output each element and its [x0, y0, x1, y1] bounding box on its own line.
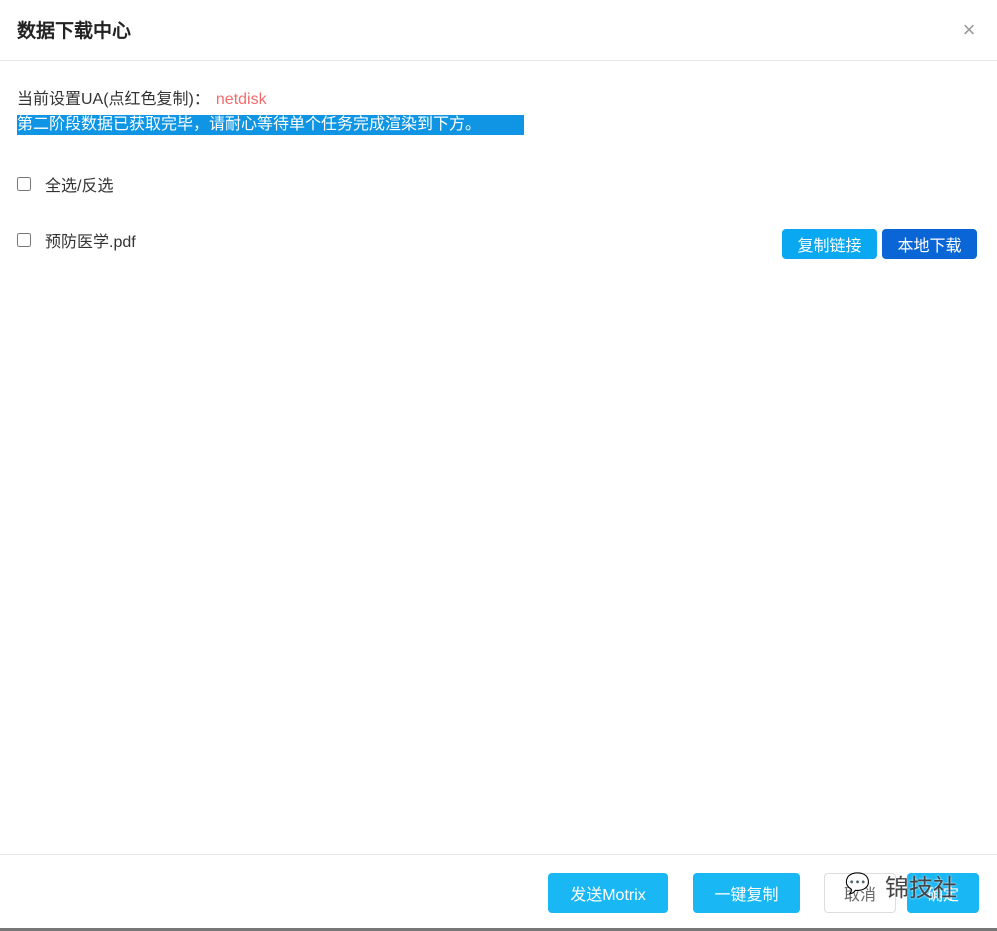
watermark: 💬 锦技社 [845, 868, 957, 903]
dialog-header: 数据下载中心 × [0, 0, 997, 61]
send-motrix-button[interactable]: 发送Motrix [548, 873, 668, 913]
ua-line: 当前设置UA(点红色复制)： netdisk [17, 85, 267, 109]
wechat-icon: 💬 [845, 872, 870, 895]
select-all[interactable]: 全选/反选 [17, 172, 113, 196]
select-all-checkbox[interactable] [17, 177, 31, 191]
file-name: 预防医学.pdf [45, 234, 136, 251]
ua-label: 当前设置UA(点红色复制)： [17, 91, 210, 108]
file-checkbox[interactable] [17, 233, 31, 247]
copy-link-button[interactable]: 复制链接 [782, 229, 877, 259]
file-item[interactable]: 预防医学.pdf [17, 228, 136, 252]
local-download-button[interactable]: 本地下载 [882, 229, 977, 259]
watermark-text: 锦技社 [885, 875, 957, 902]
select-all-label: 全选/反选 [45, 178, 114, 195]
status-notice: 第二阶段数据已获取完毕，请耐心等待单个任务完成渲染到下方。 [17, 115, 524, 135]
close-icon[interactable]: × [958, 19, 980, 41]
ua-value[interactable]: netdisk [216, 91, 267, 108]
dialog-title: 数据下载中心 [17, 21, 132, 42]
copy-all-button[interactable]: 一键复制 [693, 873, 800, 913]
